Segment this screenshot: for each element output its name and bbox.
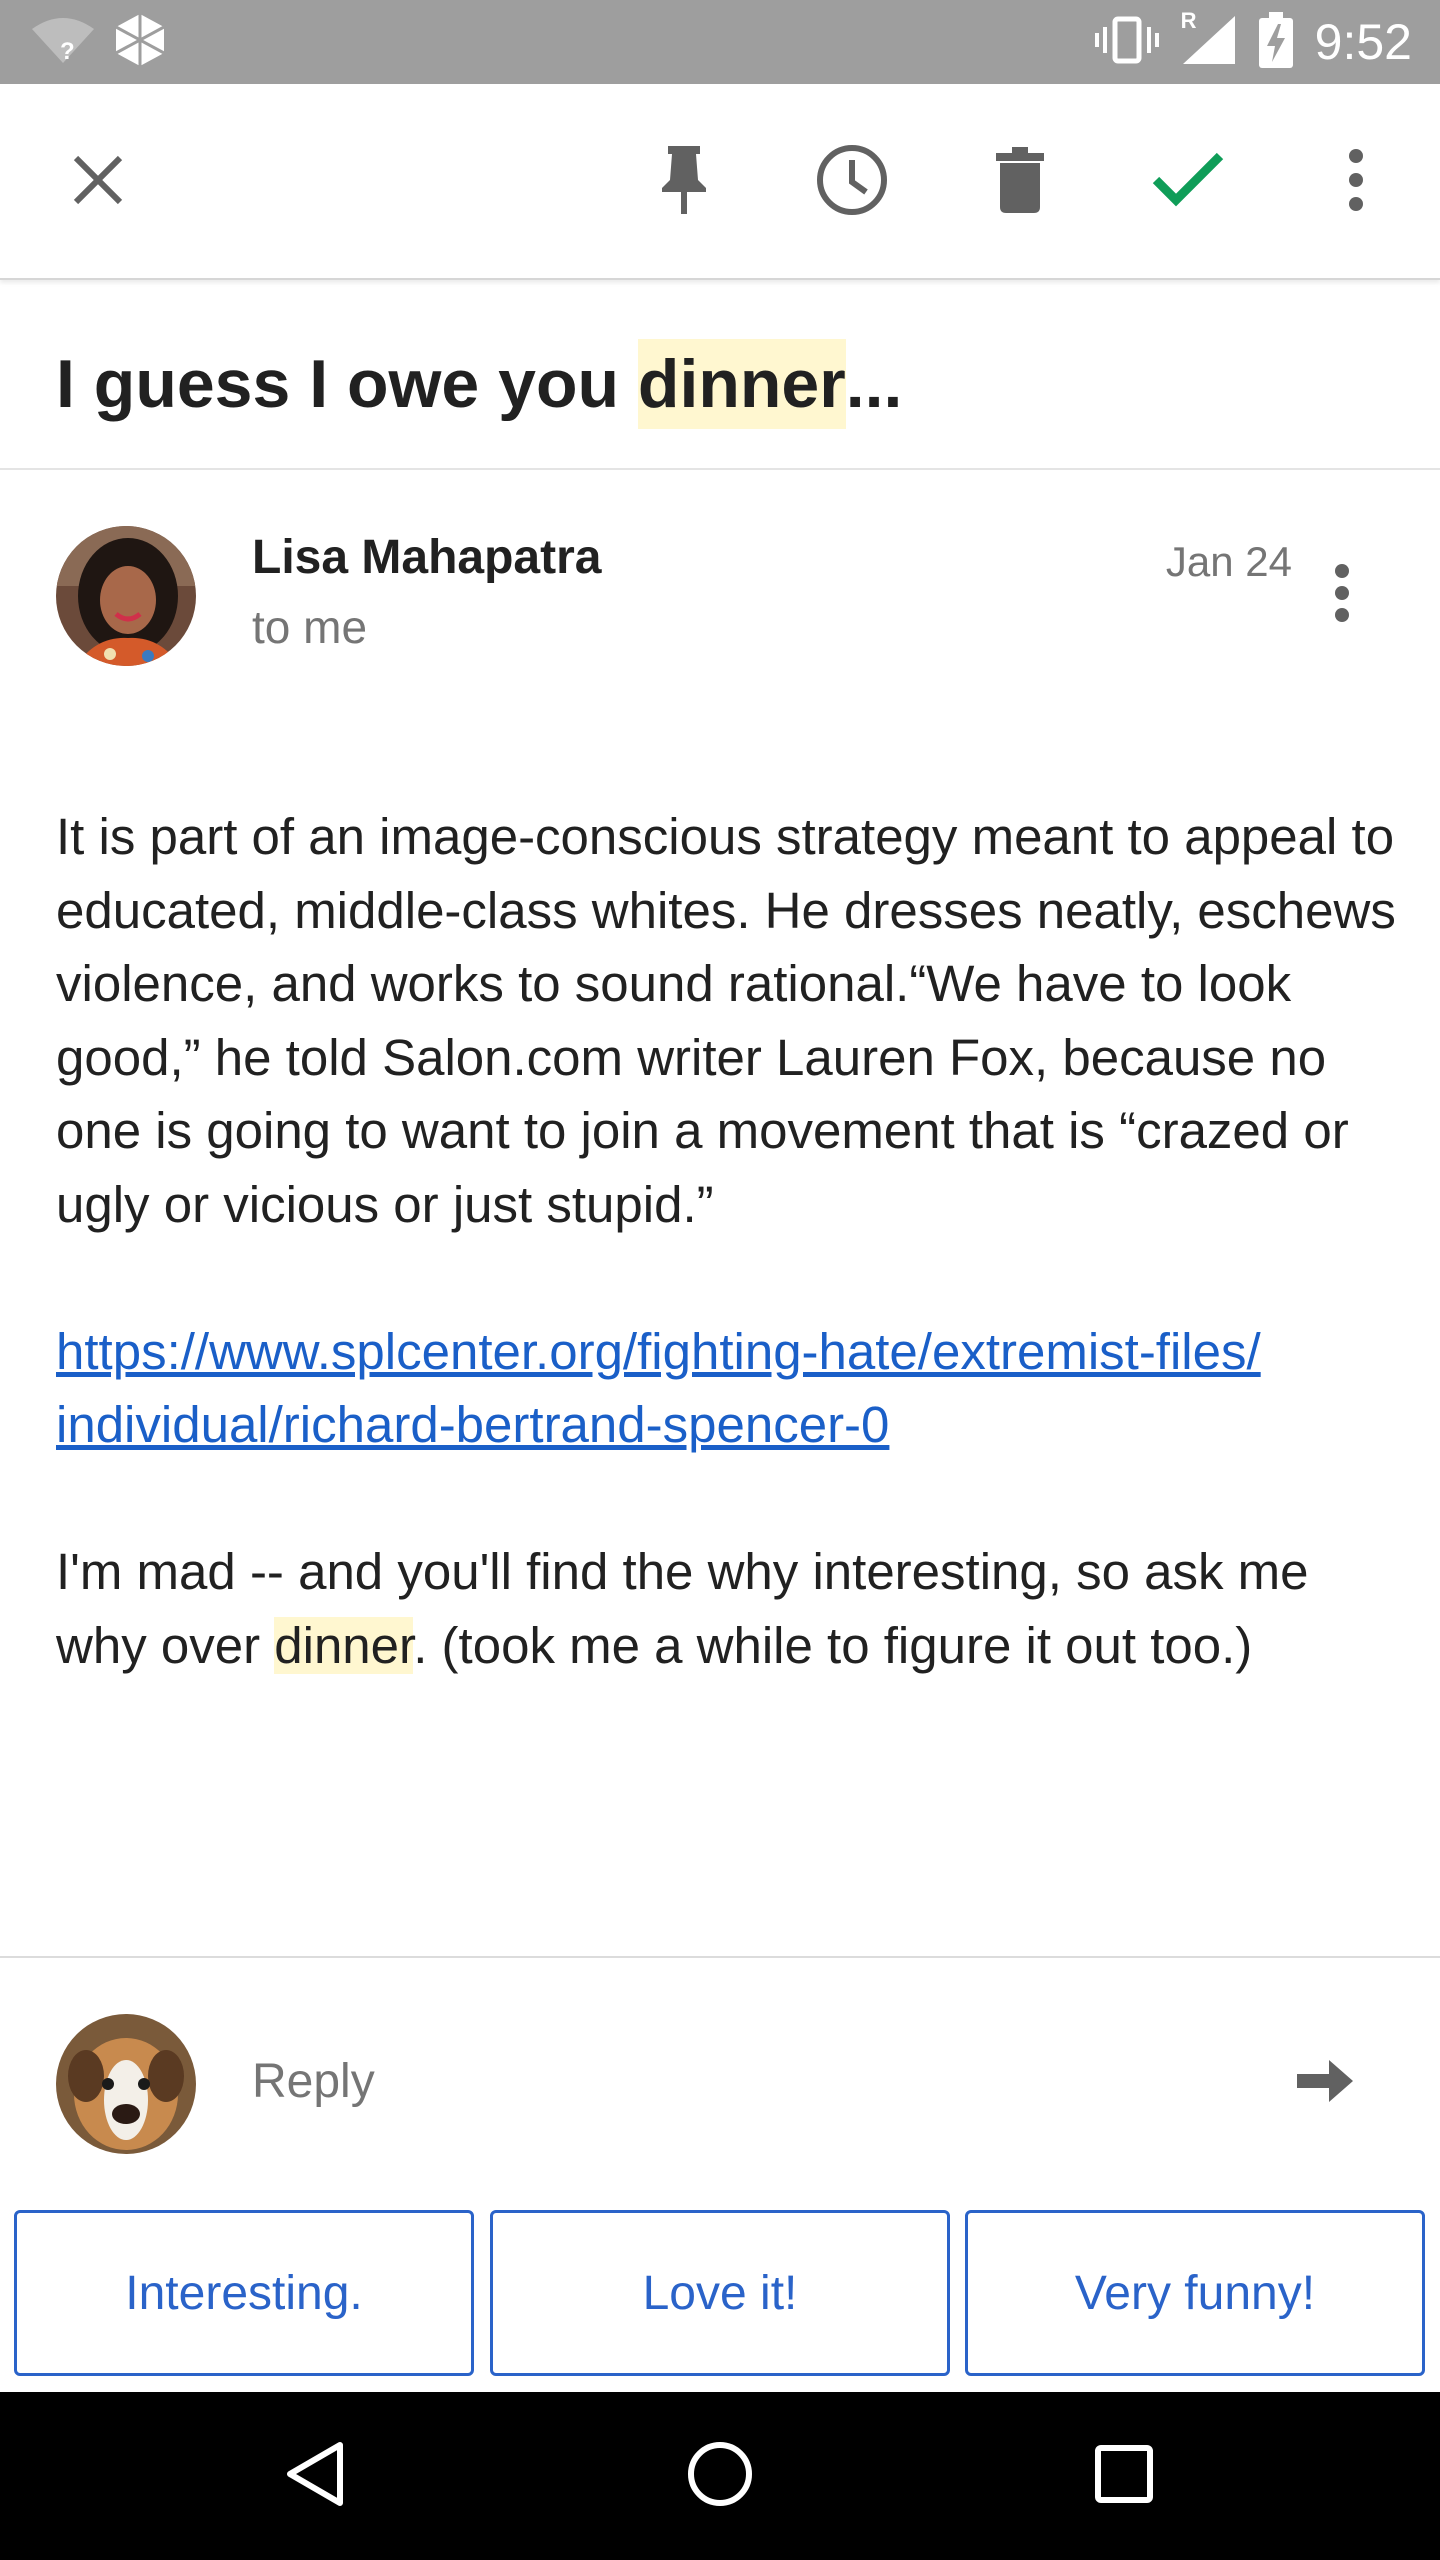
more-vert-icon: [1332, 563, 1352, 628]
snooze-button[interactable]: [802, 132, 902, 232]
subject-highlight: dinner: [637, 339, 846, 429]
navigation-bar: [0, 2392, 1440, 2560]
recents-button[interactable]: [1074, 2426, 1174, 2526]
pin-button[interactable]: [634, 132, 734, 232]
body-text-segment: . (took me a while to figure it out too.…: [413, 1616, 1253, 1674]
status-bar-left: ?: [28, 12, 170, 72]
subject-divider: [0, 468, 1440, 470]
body-link[interactable]: https://www.splcenter.org/fighting-hate/…: [56, 1323, 1261, 1454]
status-bar-right: R 9:52: [1094, 0, 1412, 84]
email-subject: I guess I owe you dinner ...: [56, 336, 1386, 432]
close-icon: [70, 152, 126, 213]
email-date: Jan 24: [1165, 538, 1292, 585]
email-body: It is part of an image-conscious strateg…: [56, 800, 1396, 1756]
snooze-icon: [814, 142, 890, 223]
email-toolbar: [0, 84, 1440, 280]
subject-text: I guess I owe you: [56, 346, 638, 422]
status-time: 9:52: [1314, 14, 1412, 70]
back-icon: [286, 2441, 346, 2512]
sender-avatar[interactable]: [56, 526, 196, 666]
sender-name: Lisa Mahapatra: [252, 531, 602, 584]
link-line-2: individual/richard-bertrand-spencer-0: [56, 1396, 890, 1453]
smart-reply-button[interactable]: Interesting.: [14, 2210, 474, 2376]
body-paragraph: I'm mad -- and you'll find the why inter…: [56, 1535, 1396, 1682]
svg-text:?: ?: [60, 38, 75, 65]
link-line-1: https://www.splcenter.org/fighting-hate/…: [56, 1322, 1261, 1380]
delete-icon: [992, 145, 1048, 220]
more-vert-icon: [1346, 148, 1366, 217]
battery-charging-icon: [1258, 11, 1293, 73]
signal-icon: R: [1181, 8, 1237, 71]
home-icon: [685, 2439, 755, 2514]
back-button[interactable]: [266, 2426, 366, 2526]
status-bar: ? R 9:52: [0, 0, 1440, 84]
pin-icon: [656, 144, 712, 221]
smart-reply-button[interactable]: Very funny!: [965, 2210, 1425, 2376]
user-avatar: [56, 2014, 196, 2154]
done-button[interactable]: [1138, 132, 1238, 232]
body-highlight: dinner: [274, 1616, 414, 1674]
message-more-button[interactable]: [1300, 550, 1384, 640]
more-options-button[interactable]: [1306, 132, 1406, 232]
home-button[interactable]: [670, 2426, 770, 2526]
send-reply-button[interactable]: [1280, 2038, 1370, 2128]
body-link-paragraph: https://www.splcenter.org/fighting-hate/…: [56, 1315, 1396, 1462]
arrow-right-icon: [1295, 2056, 1355, 2111]
body-paragraph: It is part of an image-conscious strateg…: [56, 808, 1396, 1233]
roaming-indicator: R: [1180, 7, 1197, 33]
delete-button[interactable]: [970, 132, 1070, 232]
smart-reply-button[interactable]: Love it!: [490, 2210, 950, 2376]
app-notification-icon: [110, 10, 170, 75]
reply-input[interactable]: Reply: [252, 2054, 375, 2109]
wifi-unknown-icon: ?: [28, 15, 98, 70]
recipient-summary[interactable]: to me: [252, 600, 367, 654]
done-icon: [1152, 152, 1224, 213]
close-button[interactable]: [48, 132, 148, 232]
reply-divider: [0, 1956, 1440, 1958]
recents-icon: [1094, 2444, 1154, 2509]
subject-suffix: ...: [845, 346, 903, 422]
vibrate-icon: [1094, 15, 1159, 70]
